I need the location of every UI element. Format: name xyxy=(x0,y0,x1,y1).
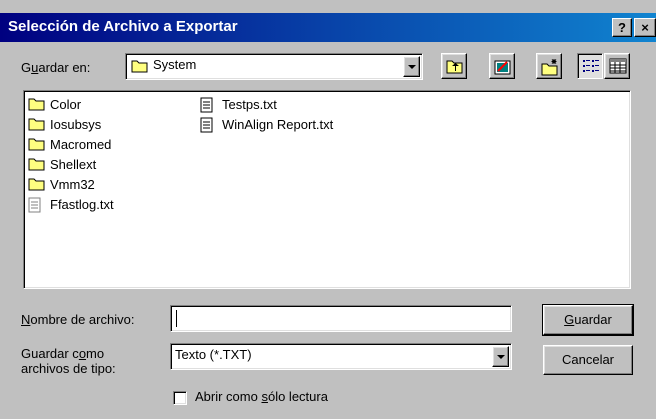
file-name: WinAlign Report.txt xyxy=(222,117,334,132)
new-folder-icon xyxy=(541,59,558,76)
save-in-label: Guardar en: xyxy=(21,60,91,75)
list-view-icon xyxy=(583,60,599,72)
text-cursor xyxy=(176,310,177,327)
file-name: Vmm32 xyxy=(50,177,95,192)
file-name: Shellext xyxy=(50,157,97,172)
readonly-label: Abrir como sólo lectura xyxy=(195,389,328,404)
filetype-select[interactable]: Texto (*.TXT) xyxy=(170,343,512,370)
file-name: Testps.txt xyxy=(222,97,277,112)
save-button[interactable]: Guardar xyxy=(542,304,634,336)
folder-icon xyxy=(131,60,148,73)
save-in-value: System xyxy=(153,57,197,72)
new-folder-button[interactable] xyxy=(536,53,562,79)
folder-icon xyxy=(28,118,45,131)
list-view-button[interactable] xyxy=(577,53,603,79)
window-title: Selección de Archivo a Exportar xyxy=(8,18,238,35)
folder-icon xyxy=(28,158,45,171)
text-file-icon xyxy=(28,197,41,213)
file-name: Macromed xyxy=(50,137,112,152)
file-name: Color xyxy=(50,97,82,112)
filename-label: Nombre de archivo: xyxy=(21,312,135,327)
file-name: Iosubsys xyxy=(50,117,102,132)
help-button[interactable]: ? xyxy=(612,18,632,37)
filetype-value: Texto (*.TXT) xyxy=(175,347,252,362)
details-view-icon xyxy=(609,58,627,74)
filetype-dropdown-button[interactable] xyxy=(492,346,509,367)
desktop-button[interactable] xyxy=(489,53,515,79)
cancel-button[interactable]: Cancelar xyxy=(543,345,633,375)
folder-icon xyxy=(28,138,45,151)
up-folder-icon xyxy=(446,60,463,74)
readonly-checkbox[interactable] xyxy=(173,391,187,405)
save-in-dropdown-button[interactable] xyxy=(403,56,420,77)
file-name: Ffastlog.txt xyxy=(50,197,114,212)
text-file-icon xyxy=(200,117,213,133)
up-folder-button[interactable] xyxy=(441,53,467,79)
filetype-label: Guardar como archivos de tipo: xyxy=(21,346,116,376)
folder-icon xyxy=(28,98,45,111)
filename-input[interactable] xyxy=(170,305,512,332)
folder-icon xyxy=(28,178,45,191)
title-bar: Selección de Archivo a Exportar ? × xyxy=(0,13,656,42)
save-in-combo[interactable]: System xyxy=(125,53,423,80)
text-file-icon xyxy=(200,97,213,113)
file-list[interactable]: Color Iosubsys Macromed Shellext Vmm32 F… xyxy=(23,90,631,289)
desktop-icon xyxy=(494,60,511,75)
save-dialog: Selección de Archivo a Exportar ? × Guar… xyxy=(0,0,656,419)
close-button[interactable]: × xyxy=(634,18,656,37)
details-view-button[interactable] xyxy=(604,53,630,79)
